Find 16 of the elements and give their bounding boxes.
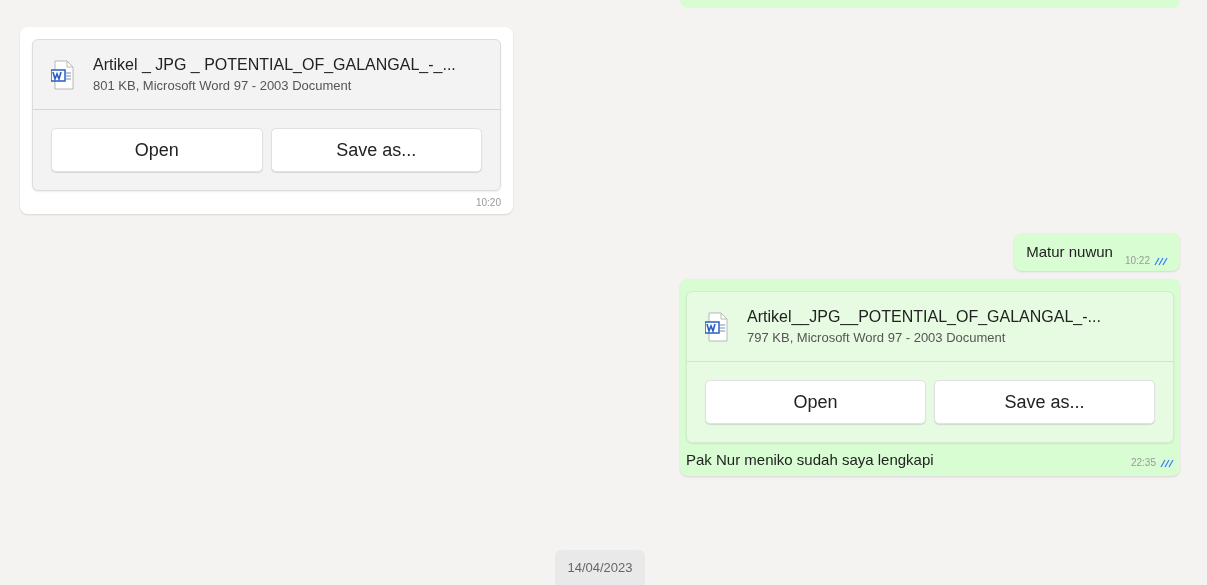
open-button[interactable]: Open [705,380,926,424]
file-name: Artikel__JPG__POTENTIAL_OF_GALANGAL_-... [747,308,1101,326]
save-as-button[interactable]: Save as... [270,128,482,172]
message-time: 22:35 [1130,457,1156,468]
file-info: 797 KB, Microsoft Word 97 - 2003 Document [747,330,1007,345]
message-text: Pak Nur meniko sudah saya lengkapi [686,451,934,468]
file-info: 801 KB, Microsoft Word 97 - 2003 Document [93,78,353,93]
word-document-icon [705,311,729,342]
open-button[interactable]: Open [51,128,263,172]
word-document-icon [51,59,75,90]
save-as-button[interactable]: Save as... [934,380,1155,424]
file-name: Artikel _ JPG _ POTENTIAL_OF_GALANGAL_-_... [93,56,456,74]
message-text: Matur nuwun [1026,243,1113,262]
date-chip: 14/04/2023 [555,550,645,585]
message-time: 10:22 [1124,255,1150,266]
message-time: 10:20 [475,197,501,208]
